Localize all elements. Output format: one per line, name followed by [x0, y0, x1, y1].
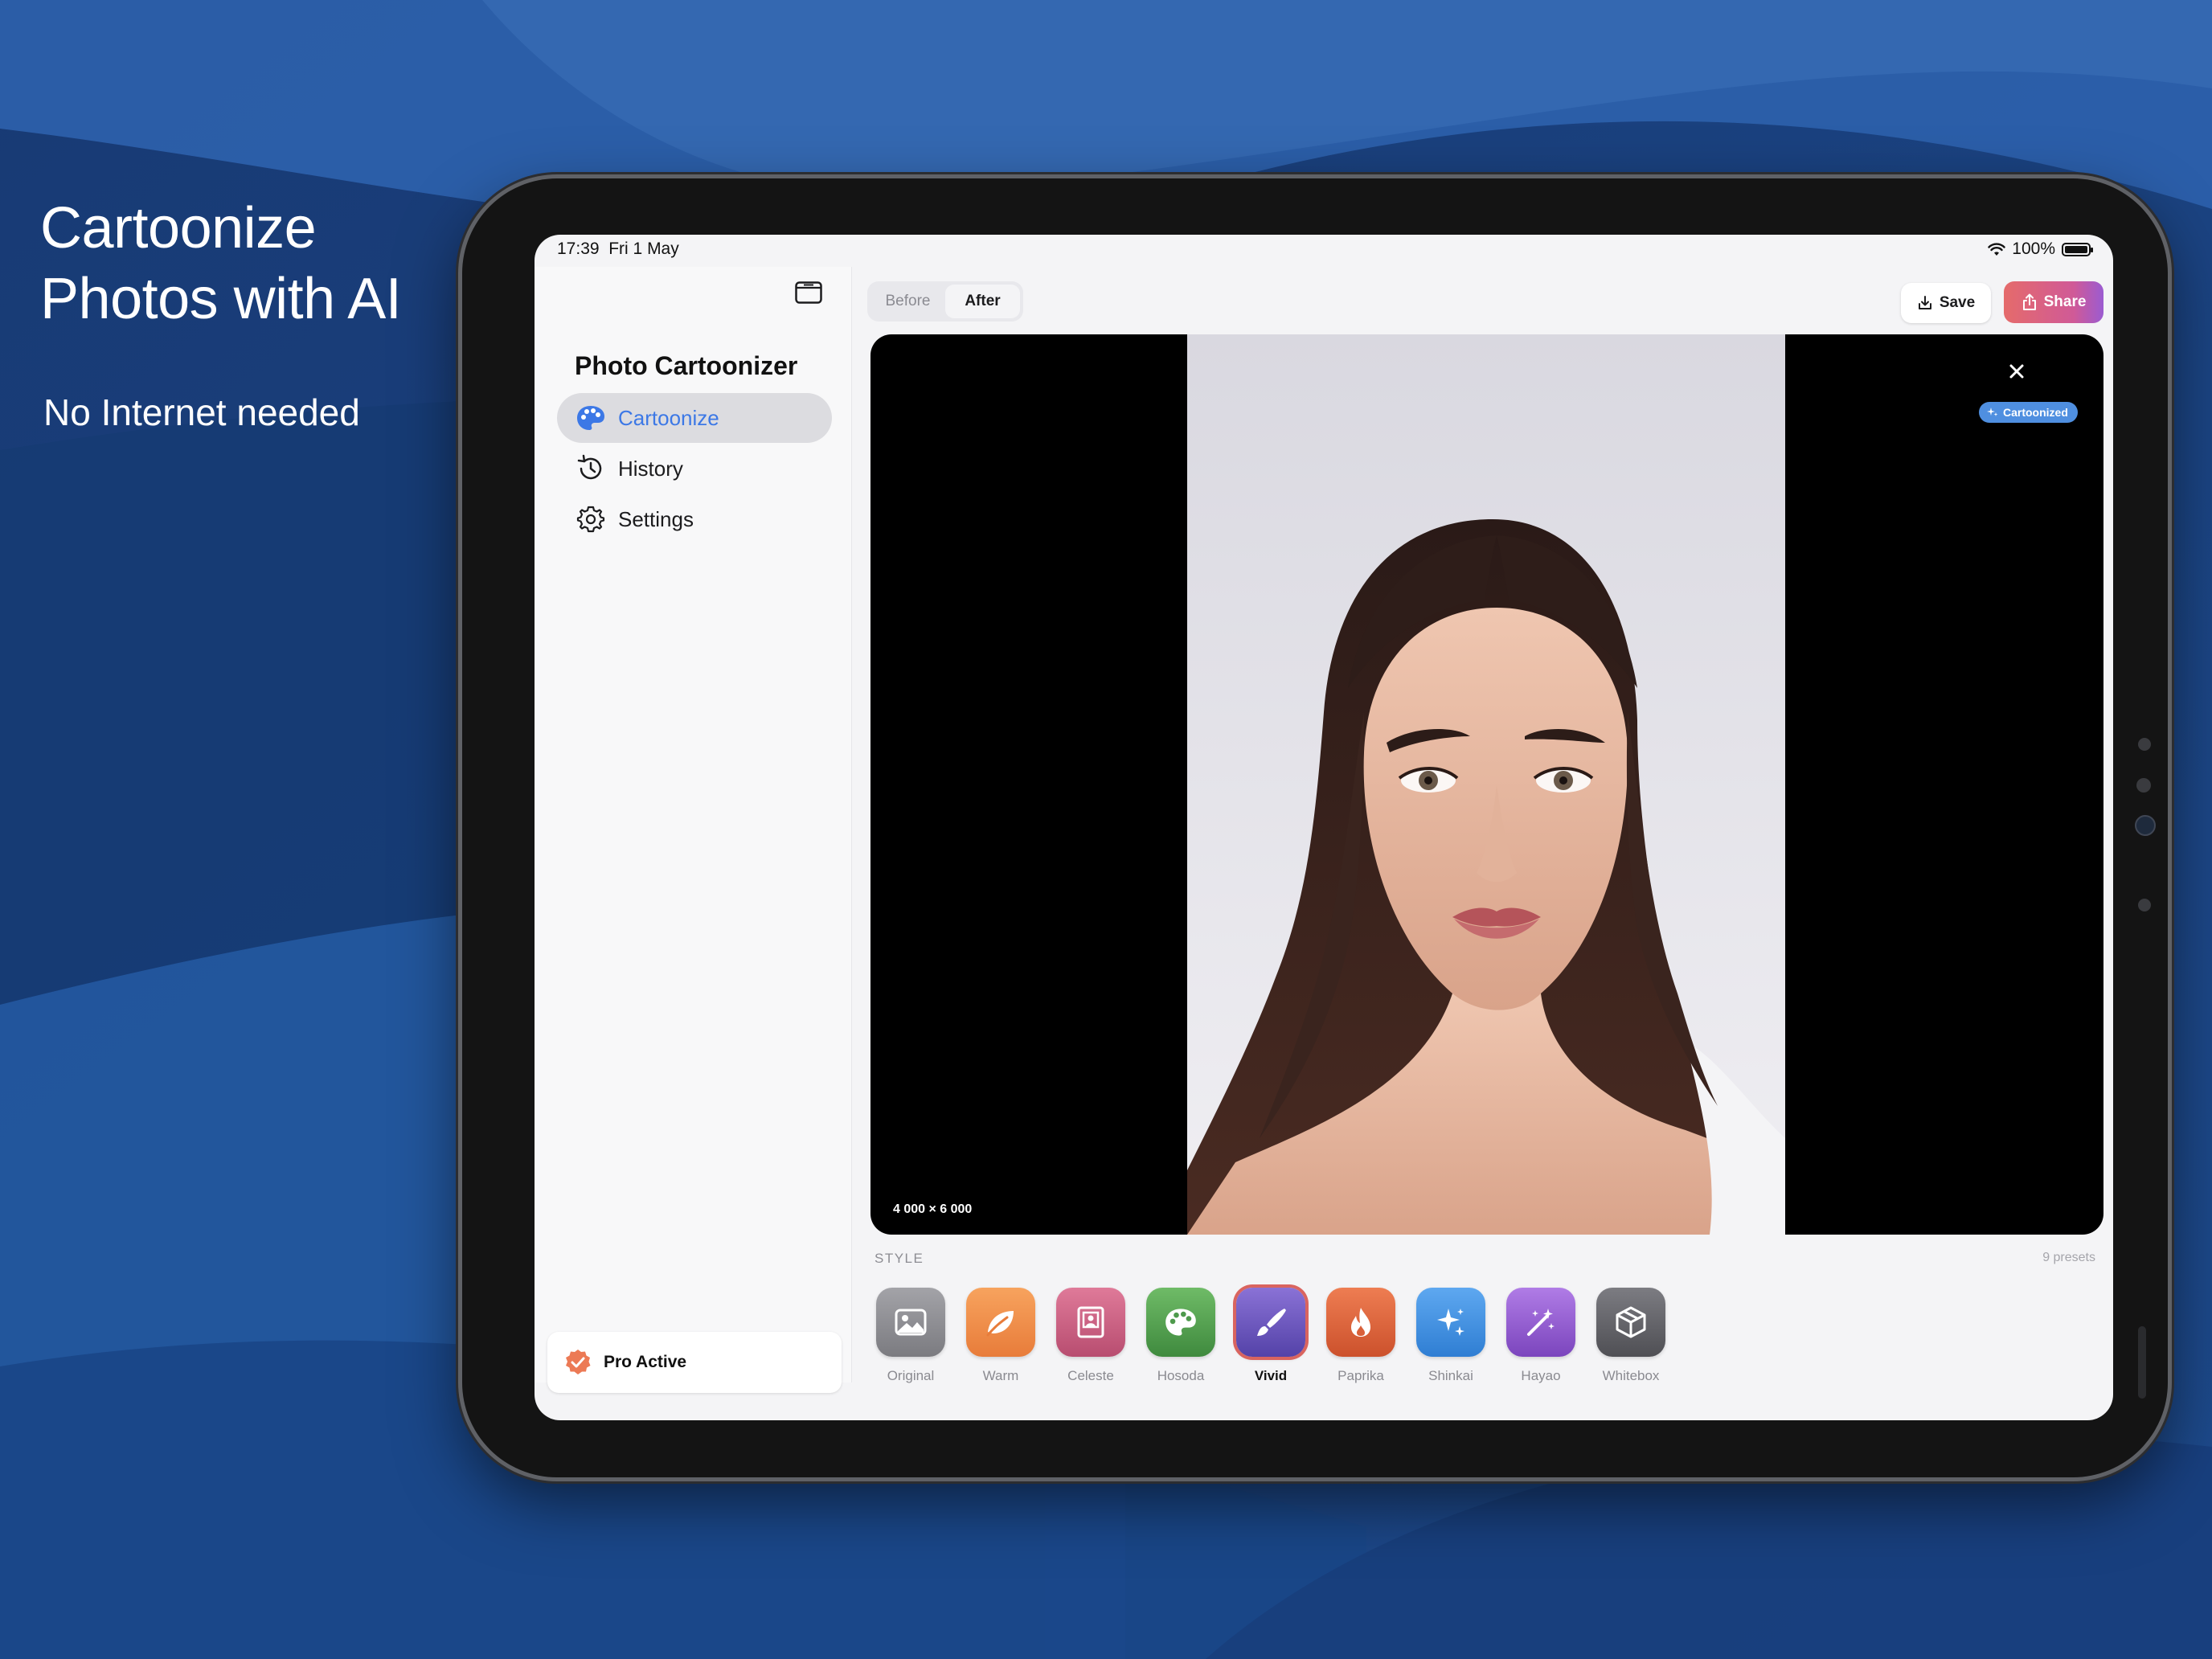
image-dimensions: 4 000 × 6 000	[893, 1202, 973, 1216]
preset-warm[interactable]: Warm	[964, 1288, 1038, 1384]
device-camera-dot	[2138, 899, 2151, 911]
device-camera-lens	[2135, 815, 2156, 836]
save-button[interactable]: Save	[1901, 283, 1991, 323]
gear-icon	[575, 503, 607, 535]
close-icon	[2009, 364, 2024, 379]
preset-label: Original	[887, 1368, 935, 1383]
device-camera-dot	[2138, 738, 2151, 751]
promo-subtitle: No Internet needed	[43, 391, 360, 433]
preset-label: Shinkai	[1428, 1368, 1473, 1383]
sidebar-item-label: Settings	[618, 506, 694, 531]
pro-status-card[interactable]: Pro Active	[547, 1332, 842, 1393]
device-camera-dot	[2136, 778, 2151, 793]
close-button[interactable]	[2001, 355, 2033, 387]
promo-title-line2: Photos with AI	[40, 267, 402, 331]
magic-wand-icon	[1506, 1288, 1575, 1357]
preset-paprika[interactable]: Paprika	[1324, 1288, 1398, 1384]
palette-icon	[575, 402, 607, 434]
promo-title: Cartoonize Photos with AI	[40, 193, 402, 334]
badge-label: Cartoonized	[2003, 406, 2068, 419]
battery-percent: 100%	[2012, 240, 2055, 258]
preset-celeste[interactable]: Celeste	[1054, 1288, 1128, 1384]
preset-label: Paprika	[1337, 1368, 1384, 1383]
download-icon	[1918, 296, 1931, 309]
status-time: 17:39	[557, 240, 600, 258]
preset-label: Whitebox	[1602, 1368, 1660, 1383]
image-icon	[876, 1288, 945, 1357]
preset-hayao[interactable]: Hayao	[1504, 1288, 1578, 1384]
device-side-button	[2138, 1326, 2146, 1399]
sidebar-item-history[interactable]: History	[557, 444, 832, 494]
preset-label: Celeste	[1067, 1368, 1114, 1383]
share-icon	[2022, 293, 2036, 310]
preset-label: Vivid	[1254, 1368, 1288, 1383]
sidebar-item-settings[interactable]: Settings	[557, 494, 832, 544]
preset-hosoda[interactable]: Hosoda	[1144, 1288, 1218, 1384]
sparkles-icon	[1987, 408, 1998, 416]
before-after-toggle: Before After	[867, 281, 1023, 322]
clock-icon	[575, 453, 607, 485]
preset-label: Warm	[982, 1368, 1019, 1383]
cartoonized-portrait-image	[1187, 334, 1785, 1235]
preset-label: Hosoda	[1157, 1368, 1205, 1383]
app-screen: 17:39 Fri 1 May 100% Photo Cartoonizer C…	[535, 235, 2113, 1420]
cartoonized-badge: Cartoonized	[1979, 402, 2078, 423]
style-section-label: STYLE	[875, 1251, 924, 1266]
preset-shinkai[interactable]: Shinkai	[1414, 1288, 1488, 1384]
before-segment[interactable]: Before	[870, 285, 945, 318]
paintbrush-icon	[1236, 1288, 1305, 1357]
after-segment[interactable]: After	[945, 285, 1020, 318]
flame-icon	[1326, 1288, 1395, 1357]
sidebar-item-cartoonize[interactable]: Cartoonize	[557, 393, 832, 443]
palette-icon	[1146, 1288, 1215, 1357]
preset-original[interactable]: Original	[874, 1288, 948, 1384]
sidebar-toggle-icon[interactable]	[795, 281, 822, 304]
sparkles-icon	[1416, 1288, 1485, 1357]
portrait-frame-icon	[1056, 1288, 1125, 1357]
preset-whitebox[interactable]: Whitebox	[1594, 1288, 1668, 1384]
sidebar-item-label: Cartoonize	[618, 405, 719, 430]
promo-title-line1: Cartoonize	[40, 196, 317, 260]
share-button[interactable]: Share	[2004, 281, 2103, 323]
save-label: Save	[1939, 294, 1976, 311]
cube-icon	[1596, 1288, 1665, 1357]
presets-count: 9 presets	[2042, 1251, 2095, 1264]
pro-status-label: Pro Active	[604, 1353, 687, 1371]
leaf-icon	[966, 1288, 1035, 1357]
sidebar-item-label: History	[618, 456, 683, 481]
verified-badge-icon	[566, 1350, 591, 1374]
preset-label: Hayao	[1521, 1368, 1561, 1383]
sidebar: Photo Cartoonizer Cartoonize History Set…	[535, 267, 852, 1393]
image-viewer[interactable]: Cartoonized 4 000 × 6 000	[870, 334, 2103, 1235]
status-bar-right: 100%	[1988, 240, 2093, 259]
app-title: Photo Cartoonizer	[575, 351, 798, 380]
status-bar-time: 17:39 Fri 1 May	[557, 240, 679, 259]
status-date: Fri 1 May	[608, 240, 679, 258]
share-label: Share	[2043, 293, 2087, 310]
preset-vivid[interactable]: Vivid	[1234, 1288, 1308, 1384]
battery-icon	[2062, 242, 2093, 256]
wifi-icon	[1988, 242, 2005, 256]
